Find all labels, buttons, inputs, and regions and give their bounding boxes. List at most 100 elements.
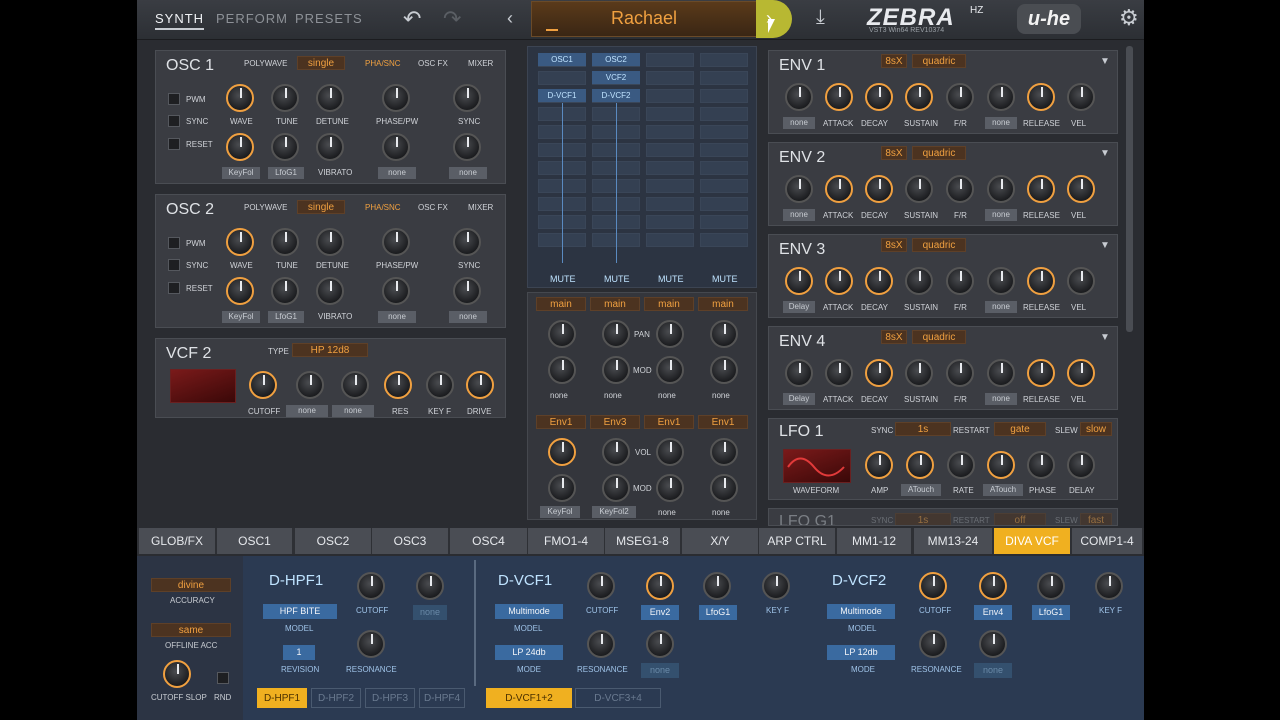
env3-mod2-source[interactable]: none (985, 301, 1017, 313)
env3-dropdown-icon[interactable]: ▼ (1100, 241, 1110, 251)
dvcf1-resmod-knob[interactable] (646, 630, 674, 658)
dvcf2-env-source[interactable]: Env4 (974, 605, 1012, 620)
vol-env-2[interactable]: Env3 (590, 415, 640, 429)
env2-knob-1[interactable] (785, 175, 813, 203)
route-4[interactable]: main (698, 297, 748, 311)
slot-dhpf1[interactable]: D-HPF1 (257, 688, 307, 708)
dvcf2-env-knob[interactable] (979, 572, 1007, 600)
dvcf2-cutoff-knob[interactable] (919, 572, 947, 600)
volmod-source-3[interactable]: none (658, 508, 676, 517)
vol-knob-1[interactable] (548, 438, 576, 466)
matrix-cell[interactable] (700, 53, 748, 67)
dvcf2-res-knob[interactable] (919, 630, 947, 658)
vcf2-mod2-source[interactable]: none (332, 405, 374, 417)
matrix-cell[interactable] (646, 53, 694, 67)
osc1-detune-knob[interactable] (316, 84, 344, 112)
osc1-phase-knob[interactable] (382, 84, 410, 112)
osc1-sync-knob[interactable] (453, 84, 481, 112)
dvcf1-lfo-knob[interactable] (703, 572, 731, 600)
pan-knob-1[interactable] (548, 320, 576, 348)
lfo1-phase-knob[interactable] (1027, 451, 1055, 479)
vcf2-mod1-knob[interactable] (296, 371, 324, 399)
matrix-cell[interactable] (700, 161, 748, 175)
pan-knob-4[interactable] (710, 320, 738, 348)
vcf2-res-knob[interactable] (384, 371, 412, 399)
osc2-mod1-source[interactable]: none (378, 311, 416, 323)
osc1-mode-select[interactable]: single (297, 56, 345, 70)
volmod-source-1[interactable]: KeyFol (540, 506, 580, 518)
lfog1-restart-select[interactable]: off (994, 513, 1046, 525)
env1-mod1-source[interactable]: none (783, 117, 815, 129)
mute-4[interactable]: MUTE (712, 274, 738, 284)
matrix-cell[interactable] (646, 89, 694, 103)
module-tab-comp1-4[interactable]: COMP1-4 (1072, 528, 1142, 554)
env3-knob-8[interactable] (1067, 267, 1095, 295)
accuracy-select[interactable]: divine (151, 578, 231, 592)
osc2-keyfol-knob[interactable] (226, 277, 254, 305)
module-tab-x-y[interactable]: X/Y (682, 528, 758, 554)
dvcf1-keyf-knob[interactable] (762, 572, 790, 600)
dvcf1-resmod-source[interactable]: none (641, 663, 679, 678)
env2-knob-6[interactable] (987, 175, 1015, 203)
matrix-slot-dvcf1[interactable]: D-VCF1 (538, 89, 586, 102)
osc1-vibrato-knob[interactable] (316, 133, 344, 161)
offline-acc-select[interactable]: same (151, 623, 231, 637)
cutoff-slop-knob[interactable] (163, 660, 191, 688)
env3-knob-6[interactable] (987, 267, 1015, 295)
osc2-tab-oscfx[interactable]: OSC FX (418, 203, 448, 212)
lfo1-delay-knob[interactable] (1067, 451, 1095, 479)
osc2-mode-select[interactable]: single (297, 200, 345, 214)
env1-knob-1[interactable] (785, 83, 813, 111)
panmod-source-4[interactable]: none (712, 391, 730, 400)
matrix-cell[interactable] (646, 179, 694, 193)
env3-knob-1[interactable] (785, 267, 813, 295)
vcf2-drive-knob[interactable] (466, 371, 494, 399)
osc2-lfog1-knob[interactable] (271, 277, 299, 305)
env2-curve-select[interactable]: quadric (912, 146, 966, 160)
osc1-mod2-source[interactable]: none (449, 167, 487, 179)
slot-dvcf34[interactable]: D-VCF3+4 (575, 688, 661, 708)
mute-2[interactable]: MUTE (604, 274, 630, 284)
panmod-source-1[interactable]: none (550, 391, 568, 400)
dhpf1-model-select[interactable]: HPF BITE (263, 604, 337, 619)
matrix-cell[interactable] (646, 71, 694, 85)
env4-knob-7[interactable] (1027, 359, 1055, 387)
mute-1[interactable]: MUTE (550, 274, 576, 284)
env3-mod1-source[interactable]: Delay (783, 301, 815, 313)
prev-preset-icon[interactable]: ‹ (507, 9, 513, 27)
env3-curve-select[interactable]: quadric (912, 238, 966, 252)
env4-knob-8[interactable] (1067, 359, 1095, 387)
vcf2-mod2-knob[interactable] (341, 371, 369, 399)
env1-knob-2[interactable] (825, 83, 853, 111)
matrix-cell[interactable] (646, 107, 694, 121)
module-tab-arp-ctrl[interactable]: ARP CTRL (759, 528, 835, 554)
matrix-cell[interactable] (700, 233, 748, 247)
osc1-reset-checkbox[interactable] (168, 138, 180, 150)
osc1-mod1-source[interactable]: none (378, 167, 416, 179)
matrix-cell[interactable] (700, 125, 748, 139)
matrix-slot-vcf2[interactable]: VCF2 (592, 71, 640, 84)
dhpf1-mod-source[interactable]: none (413, 605, 447, 620)
osc1-tab-mixer[interactable]: MIXER (468, 59, 493, 68)
dvcf2-resmod-knob[interactable] (979, 630, 1007, 658)
osc1-tab-phasnc[interactable]: PHA/SNC (365, 59, 401, 68)
lfog1-slew-select[interactable]: fast (1080, 513, 1112, 525)
dvcf1-res-knob[interactable] (587, 630, 615, 658)
dvcf2-model-select[interactable]: Multimode (827, 604, 895, 619)
env4-knob-5[interactable] (946, 359, 974, 387)
env2-knob-8[interactable] (1067, 175, 1095, 203)
dvcf1-mode-select[interactable]: LP 24db (495, 645, 563, 660)
osc2-vibrato-knob[interactable] (316, 277, 344, 305)
env2-knob-4[interactable] (905, 175, 933, 203)
module-tab-osc4[interactable]: OSC4 (450, 528, 527, 554)
save-download-icon[interactable]: ⤓ (816, 7, 825, 27)
volmod-knob-1[interactable] (548, 474, 576, 502)
env2-knob-2[interactable] (825, 175, 853, 203)
osc2-phase-knob[interactable] (382, 228, 410, 256)
rnd-checkbox[interactable] (217, 672, 229, 684)
matrix-cell[interactable] (646, 197, 694, 211)
env4-knob-4[interactable] (905, 359, 933, 387)
env3-knob-2[interactable] (825, 267, 853, 295)
undo-icon[interactable]: ↶ (403, 8, 421, 30)
vol-env-3[interactable]: Env1 (644, 415, 694, 429)
